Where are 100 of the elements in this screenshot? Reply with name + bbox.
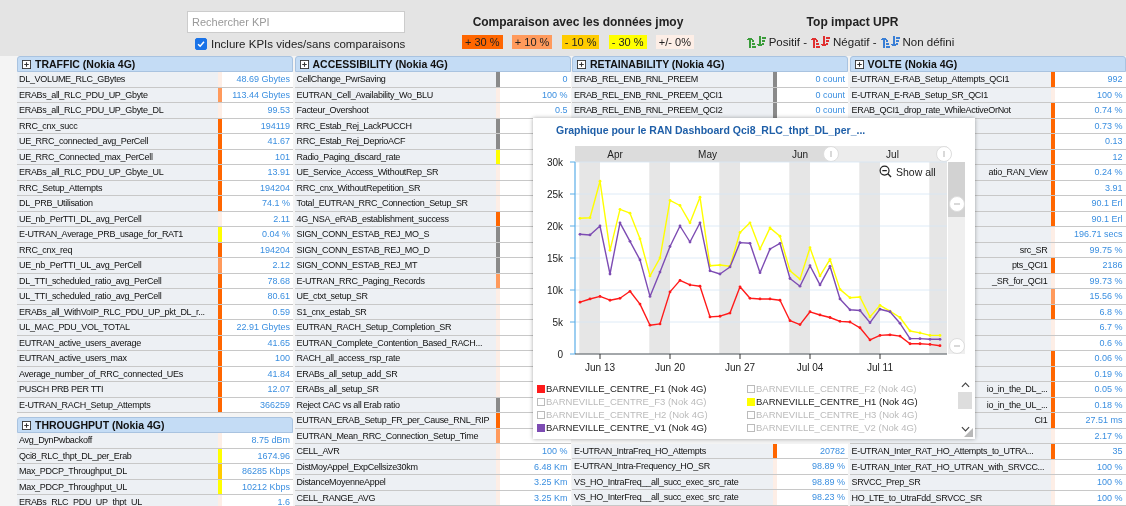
kpi-value-cell-text: 20782 [818, 444, 846, 458]
navigator-bar[interactable] [575, 146, 952, 162]
kpi-name-cell: ERABs_all_setup_SR [294, 382, 496, 397]
kpi-name-cell: UL_MAC_PDU_VOL_TOTAL [17, 320, 218, 335]
kpi-name-cell: EUTRAN_RACH_Setup_Completion_SR [294, 320, 496, 335]
expand-icon[interactable] [22, 420, 31, 430]
kpi-name-cell: ERABs_all_RLC_PDU_UP_Gbyte_UL [17, 165, 218, 180]
y-tick-label: 25k [546, 188, 563, 200]
kpi-value-cell-text: 0.04 % [260, 228, 291, 241]
kpi-value-cell-text: 6.8 % [1098, 305, 1124, 319]
section-header[interactable]: ACCESSIBILITY (Nokia 4G) [294, 56, 571, 72]
kpi-value-cell-text: 0.73 % [1093, 119, 1124, 133]
kpi-name-cell: CellChange_PwrSaving [294, 72, 496, 87]
kpi-value-cell-text: 992 [1106, 73, 1124, 86]
scroll-up-icon[interactable] [960, 382, 970, 388]
legend-item[interactable]: BARNEVILLE_CENTRE_V1 (Nok 4G) [537, 421, 747, 434]
kpi-name-cell: E-UTRAN_IntraFreq_HO_Attempts [572, 443, 773, 458]
kpi-name-cell: RRC_Estab_Rej_DeprioACF [294, 134, 496, 149]
kpi-value-cell-text: 41.67 [266, 135, 291, 148]
y-tick-label: 30k [546, 156, 563, 168]
kpi-name-cell: Max_PDCP_Throughput_DL [17, 464, 218, 479]
expand-icon[interactable] [22, 59, 31, 69]
kpi-value-cell-text: 10212 Kbps [240, 480, 291, 494]
kpi-value-cell-text: 100 % [1095, 491, 1124, 505]
section-header[interactable]: TRAFFIC (Nokia 4G) [17, 56, 293, 72]
kpi-value-cell-text: 113.44 Gbytes [231, 88, 291, 102]
legend-item[interactable]: BARNEVILLE_CENTRE_F1 (Nok 4G) [537, 382, 747, 395]
sort-descending-icon [821, 36, 831, 48]
scrollbar-thumb[interactable] [958, 392, 972, 409]
legend-swatch [537, 397, 545, 406]
kpi-value-cell-text: 6.7 % [1098, 321, 1124, 334]
section-title: ACCESSIBILITY (Nokia 4G) [312, 58, 448, 70]
legend-chip: +/- 0% [655, 35, 694, 49]
kpi-value-cell-text: 86285 Kbps [240, 465, 291, 478]
chart-title[interactable]: Graphique pour le RAN Dashboard Qci8_RLC_thpt_DL_per_... [533, 118, 975, 142]
kpi-value-cell-text: 0.19 % [1093, 367, 1124, 381]
legend-swatch [537, 410, 545, 419]
kpi-value-cell-text: 100 % [1095, 476, 1124, 489]
kpi-value-cell-text: 0.5 [554, 104, 569, 117]
legend-swatch [747, 423, 755, 432]
kpi-value-cell-text: 99.73 % [1088, 274, 1124, 288]
y-tick-label: 5k [552, 316, 563, 328]
legend-chip: - 10 % [561, 35, 600, 49]
kpi-value-cell-text: 100 % [1095, 460, 1124, 474]
kpi-name-cell: DL_VOLUME_RLC_GBytes [17, 72, 218, 87]
kpi-value-cell-text: 100 [273, 352, 291, 365]
kpi-value-cell-text: 0.59 [271, 305, 291, 319]
kpi-value-cell-text: 22.91 Gbytes [235, 321, 291, 334]
expand-icon[interactable] [299, 59, 309, 69]
kpi-value-cell-text: 2186 [1101, 259, 1124, 272]
zoom-out-icon [879, 165, 892, 178]
kpi-name-cell: PUSCH PRB PER TTI [17, 382, 218, 397]
month-label: Apr [607, 149, 623, 160]
range-handle[interactable] [949, 196, 965, 212]
expand-icon[interactable] [854, 59, 864, 69]
sort-descending-icon [756, 36, 766, 48]
kpi-name-cell: ERAB_REL_ENB_RNL_PREEM_QCI2 [572, 103, 773, 118]
kpi-value-cell-text: 41.84 [266, 367, 291, 381]
section-header[interactable]: THROUGHPUT (Nokia 4G) [17, 417, 293, 433]
kpi-value-cell-text: 80.61 [266, 290, 291, 303]
kpi-value-cell-text: 90.1 Erl [1090, 197, 1124, 210]
kpi-value-cell-text: 194119 [259, 119, 291, 133]
section-title: VOLTE (Nokia 4G) [867, 58, 958, 70]
kpi-name-cell: EUTRAN_ERAB_Setup_FR_per_Cause_RNL_RIP [294, 413, 496, 428]
kpi-value-cell-text: 196.71 secs [1072, 228, 1124, 241]
kpi-value-cell-text: 48.69 Gbytes [235, 73, 291, 86]
legend-chip: + 30 % [462, 35, 503, 49]
y-tick-label: 0 [557, 348, 563, 360]
range-handle[interactable] [949, 338, 965, 354]
expand-icon[interactable] [577, 59, 586, 69]
kpi-name-cell: ERABs_RLC_PDU_UP_thpt_UL [17, 495, 218, 506]
kpi-name-cell: UL_TTI_scheduled_ratio_avg_PerCell [17, 289, 218, 304]
kpi-name-cell: UE_nb_PerTTI_UL_avg_PerCell [17, 258, 218, 273]
kpi-name-cell: UE_RRC_connected_avg_PerCell [17, 134, 218, 149]
kpi-value-cell-text: 6.48 Km [532, 460, 569, 474]
kpi-name-cell: UE_Service_Access_WithoutRep_SR [294, 165, 496, 180]
kpi-value-cell-text: 2.11 [272, 212, 291, 226]
section-header[interactable]: VOLTE (Nokia 4G) [849, 56, 1126, 72]
kpi-value-cell-text: 100 % [540, 445, 569, 458]
month-label: Jun [791, 149, 809, 160]
kpi-name-cell: E-UTRAN_Average_PRB_usage_for_RAT1 [17, 227, 218, 242]
section-header[interactable]: RETAINABILITY (Nokia 4G) [572, 56, 848, 72]
x-tick-label: Jun 13 [585, 362, 615, 373]
legend-chip: - 30 % [608, 35, 647, 49]
kpi-value-cell-text: 0.18 % [1093, 398, 1124, 412]
section-title: THROUGHPUT (Nokia 4G) [35, 419, 165, 431]
checkbox[interactable] [195, 38, 207, 50]
kpi-value-cell-text: 0.74 % [1093, 104, 1124, 117]
legend-swatch [747, 410, 755, 419]
kpi-value-cell-text: 366259 [258, 398, 291, 412]
scroll-down-icon[interactable] [960, 426, 970, 432]
kpi-value-cell-text: 0 count [814, 104, 846, 117]
show-all-button[interactable]: Show all [879, 165, 936, 178]
kpi-name-cell: Total_EUTRAN_RRC_Connection_Setup_SR [294, 196, 496, 211]
legend-chip: + 10 % [511, 35, 553, 49]
kpi-name-cell: SIGN_CONN_ESTAB_REJ_MO_S [294, 227, 496, 242]
kpi-value-cell-text: 35 [1111, 445, 1124, 458]
search-field[interactable]: Rechercher KPI [187, 11, 405, 33]
legend-label: Positif - [768, 36, 808, 48]
kpi-name-cell: E-UTRAN_E-RAB_Setup_Attempts_QCI1 [849, 72, 1051, 87]
